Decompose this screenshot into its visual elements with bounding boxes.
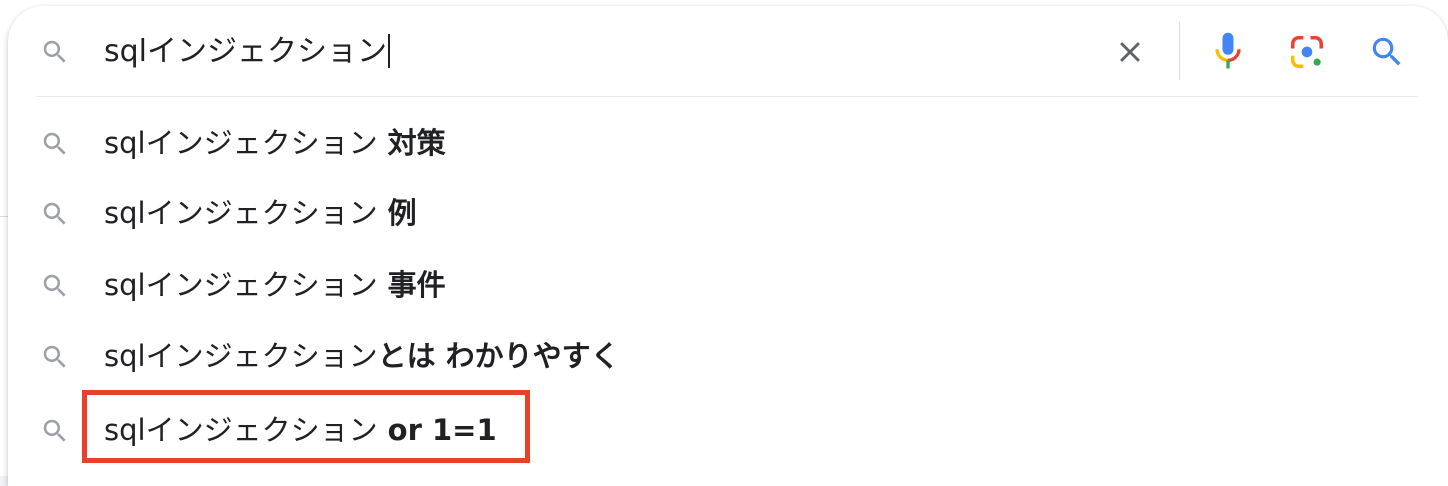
search-icon [43, 132, 66, 155]
suggestion-item[interactable]: sqlインジェクション 対策 [8, 108, 1448, 178]
search-input[interactable]: sqlインジェクション [104, 34, 391, 70]
lens-search-button[interactable] [1281, 26, 1333, 78]
search-icon [43, 40, 66, 63]
toolbar-divider [1179, 22, 1180, 80]
annotation-highlight-box [82, 390, 530, 463]
google-lens-icon [1290, 35, 1324, 69]
background-divider-left [0, 216, 8, 217]
search-query-text: sqlインジェクション [104, 34, 388, 69]
suggestion-prefix: sqlインジェクション [104, 126, 378, 160]
search-bar: sqlインジェクション [8, 6, 1448, 96]
suggestion-completion: 対策 [377, 126, 446, 160]
suggestion-text: sqlインジェクション 対策 [104, 125, 446, 161]
text-caret [388, 34, 391, 68]
suggestion-prefix: sqlインジェクション [104, 339, 378, 373]
suggestion-text: sqlインジェクション 例 [104, 195, 417, 231]
search-suggestions-panel: sqlインジェクション sqlインジェクション 対策 sqlインジェクション 例… [8, 6, 1448, 486]
suggestion-prefix: sqlインジェクション [104, 268, 378, 302]
suggestion-item[interactable]: sqlインジェクション 事件 [8, 250, 1448, 320]
search-icon [43, 345, 66, 368]
suggestion-text: sqlインジェクションとは わかりやすく [104, 338, 620, 374]
suggestion-item[interactable]: sqlインジェクションとは わかりやすく [8, 321, 1448, 391]
voice-search-button[interactable] [1202, 26, 1254, 78]
close-icon [1120, 42, 1140, 62]
clear-button[interactable] [1104, 26, 1156, 78]
search-submit-button[interactable] [1361, 26, 1413, 78]
search-divider [36, 96, 1418, 97]
suggestion-completion: 例 [377, 196, 417, 230]
suggestion-completion: とは わかりやすく [377, 339, 620, 373]
search-icon [43, 202, 66, 225]
search-icon [43, 419, 66, 442]
search-icon [1372, 37, 1401, 66]
suggestion-completion: 事件 [377, 268, 446, 302]
suggestion-item[interactable]: sqlインジェクション 例 [8, 178, 1448, 248]
search-icon [43, 274, 66, 297]
suggestion-text: sqlインジェクション 事件 [104, 267, 446, 303]
microphone-icon [1215, 32, 1241, 69]
suggestion-prefix: sqlインジェクション [104, 196, 378, 230]
